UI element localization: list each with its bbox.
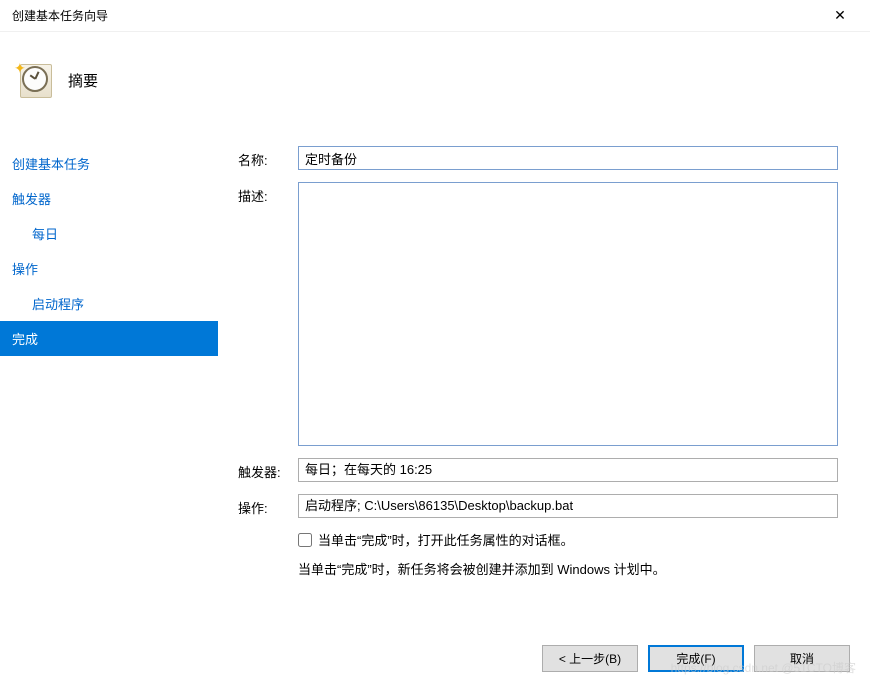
close-button[interactable]: ✕ <box>818 2 862 30</box>
description-textarea[interactable] <box>298 182 838 446</box>
wizard-footer: < 上一步(B) 完成(F) 取消 <box>0 630 870 686</box>
window-title: 创建基本任务向导 <box>12 7 108 24</box>
open-properties-checkbox[interactable] <box>298 533 312 547</box>
trigger-value: 每日；在每天的 16:25 <box>298 458 838 482</box>
description-label: 描述: <box>238 182 298 205</box>
sidebar-item-daily[interactable]: 每日 <box>0 216 218 251</box>
trigger-label: 触发器: <box>238 458 298 481</box>
open-properties-row: 当单击“完成”时，打开此任务属性的对话框。 <box>238 530 838 549</box>
sidebar-item-start-program[interactable]: 启动程序 <box>0 286 218 321</box>
back-button[interactable]: < 上一步(B) <box>542 645 638 672</box>
page-title: 摘要 <box>68 70 98 91</box>
sidebar-item-trigger[interactable]: 触发器 <box>0 181 218 216</box>
name-input[interactable] <box>298 146 838 170</box>
sidebar-item-create-task[interactable]: 创建基本任务 <box>0 146 218 181</box>
action-label: 操作: <box>238 494 298 517</box>
sidebar-item-finish[interactable]: 完成 <box>0 321 218 356</box>
wizard-clock-icon: ✦ <box>16 62 52 98</box>
content-panel: 名称: 描述: 触发器: 每日；在每天的 16:25 操作: 启动程序; C:\… <box>218 128 870 630</box>
wizard-sidebar: 创建基本任务 触发器 每日 操作 启动程序 完成 <box>0 128 218 630</box>
cancel-button[interactable]: 取消 <box>754 645 850 672</box>
name-label: 名称: <box>238 146 298 169</box>
wizard-header: ✦ 摘要 <box>0 32 870 128</box>
row-name: 名称: <box>238 146 838 170</box>
main-area: 创建基本任务 触发器 每日 操作 启动程序 完成 名称: 描述: 触发器: 每日… <box>0 128 870 630</box>
finish-info-text: 当单击“完成”时，新任务将会被创建并添加到 Windows 计划中。 <box>238 559 838 578</box>
open-properties-label: 当单击“完成”时，打开此任务属性的对话框。 <box>318 530 574 549</box>
row-trigger: 触发器: 每日；在每天的 16:25 <box>238 458 838 482</box>
finish-button[interactable]: 完成(F) <box>648 645 744 672</box>
action-value: 启动程序; C:\Users\86135\Desktop\backup.bat <box>298 494 838 518</box>
sidebar-item-action[interactable]: 操作 <box>0 251 218 286</box>
row-description: 描述: <box>238 182 838 446</box>
titlebar: 创建基本任务向导 ✕ <box>0 0 870 32</box>
row-action: 操作: 启动程序; C:\Users\86135\Desktop\backup.… <box>238 494 838 518</box>
